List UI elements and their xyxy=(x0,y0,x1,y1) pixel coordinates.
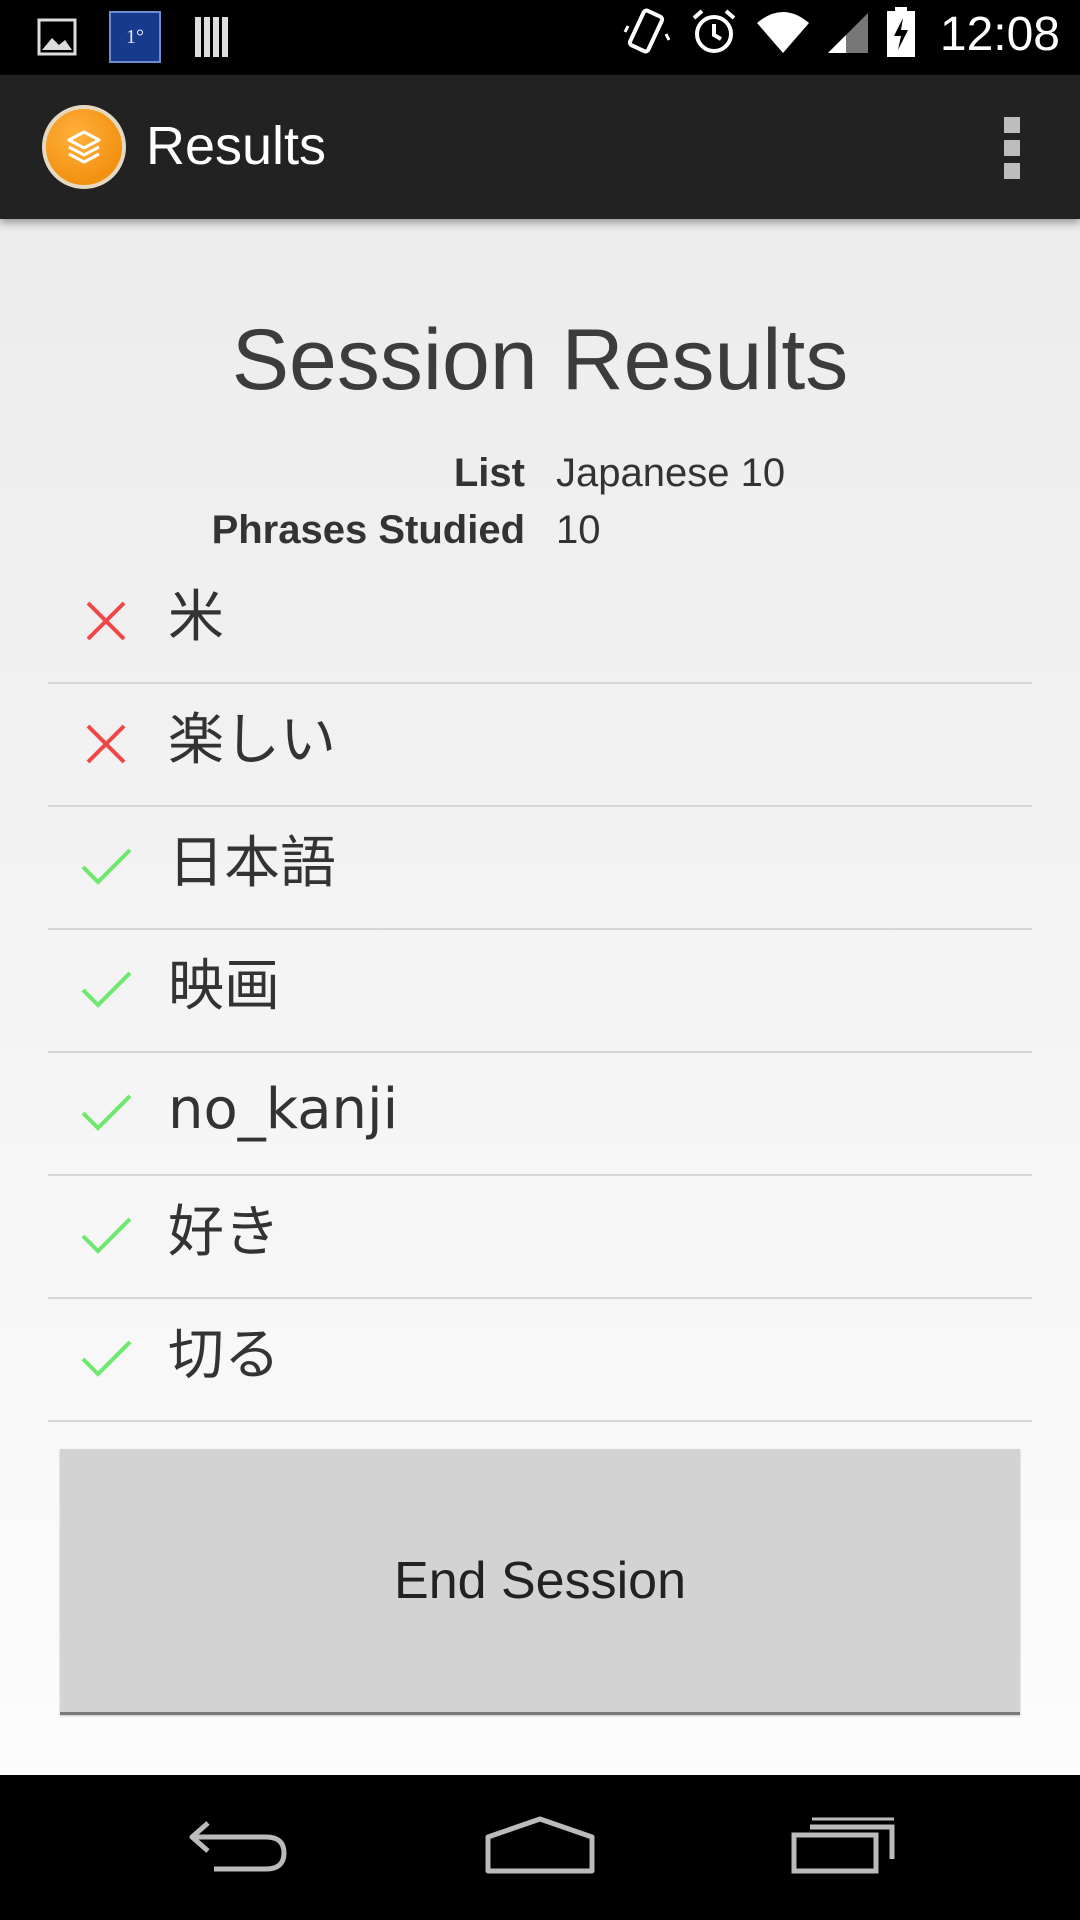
weather-icon: 1° xyxy=(108,10,162,64)
system-icons: 12:08 xyxy=(622,6,1060,62)
check-icon xyxy=(81,1340,132,1377)
check-icon xyxy=(81,1094,132,1131)
clock: 12:08 xyxy=(939,7,1060,61)
phrase-text: 切る xyxy=(168,1323,280,1388)
layers-icon[interactable] xyxy=(42,105,126,189)
main-content: Session Results List Japanese 10 Phrases… xyxy=(0,219,1080,1775)
weather-label: 1° xyxy=(126,25,144,48)
list-item[interactable]: no_kanji xyxy=(48,1053,1032,1176)
cross-icon xyxy=(86,601,126,641)
overflow-menu-icon[interactable] xyxy=(1004,117,1020,179)
check-icon xyxy=(81,848,132,885)
phrase-text: no_kanji xyxy=(168,1077,399,1142)
page-title: Session Results xyxy=(231,312,849,408)
list-item[interactable]: 映画 xyxy=(48,930,1032,1053)
phrase-list: 米 楽しい 日本語 映画 no_kanji 好き 切る xyxy=(48,561,1032,1422)
list-item[interactable]: 米 xyxy=(48,561,1032,684)
cross-icon xyxy=(86,724,126,764)
back-icon[interactable] xyxy=(180,1805,300,1885)
check-icon xyxy=(81,971,132,1008)
info-value: 10 xyxy=(556,508,601,552)
info-value: Japanese 10 xyxy=(556,451,786,495)
list-item[interactable]: 切る xyxy=(48,1299,1032,1422)
phrase-text: 日本語 xyxy=(168,831,336,896)
phrase-text: 映画 xyxy=(168,954,280,1019)
phrase-text: 楽しい xyxy=(168,708,336,773)
phrase-text: 好き xyxy=(168,1200,280,1265)
list-item[interactable]: 日本語 xyxy=(48,807,1032,930)
info-row-phrases-studied: Phrases Studied 10 xyxy=(0,508,1080,564)
wifi-icon xyxy=(756,9,810,59)
info-row-list: List Japanese 10 xyxy=(0,451,1080,507)
action-bar-title: Results xyxy=(146,116,327,176)
signal-icon xyxy=(826,9,870,59)
info-label: List xyxy=(453,451,525,495)
list-item[interactable]: 好き xyxy=(48,1176,1032,1299)
list-item[interactable]: 楽しい xyxy=(48,684,1032,807)
check-icon xyxy=(81,1217,132,1254)
overflow-dot xyxy=(1004,140,1020,156)
library-icon xyxy=(186,10,240,64)
info-label: Phrases Studied xyxy=(211,508,525,552)
vibrate-icon xyxy=(622,6,672,62)
recents-icon[interactable] xyxy=(784,1805,904,1885)
battery-icon xyxy=(886,6,916,62)
action-bar: Results xyxy=(0,75,1080,219)
notification-icons: 1° xyxy=(30,10,240,64)
overflow-dot xyxy=(1004,163,1020,179)
alarm-icon xyxy=(688,6,740,62)
home-icon[interactable] xyxy=(480,1805,600,1885)
phrase-text: 米 xyxy=(168,585,224,650)
end-session-button[interactable]: End Session xyxy=(60,1449,1020,1715)
navigation-bar xyxy=(0,1775,1080,1920)
image-icon xyxy=(30,10,84,64)
status-bar: 1° 12:08 xyxy=(0,0,1080,75)
overflow-dot xyxy=(1004,117,1020,133)
